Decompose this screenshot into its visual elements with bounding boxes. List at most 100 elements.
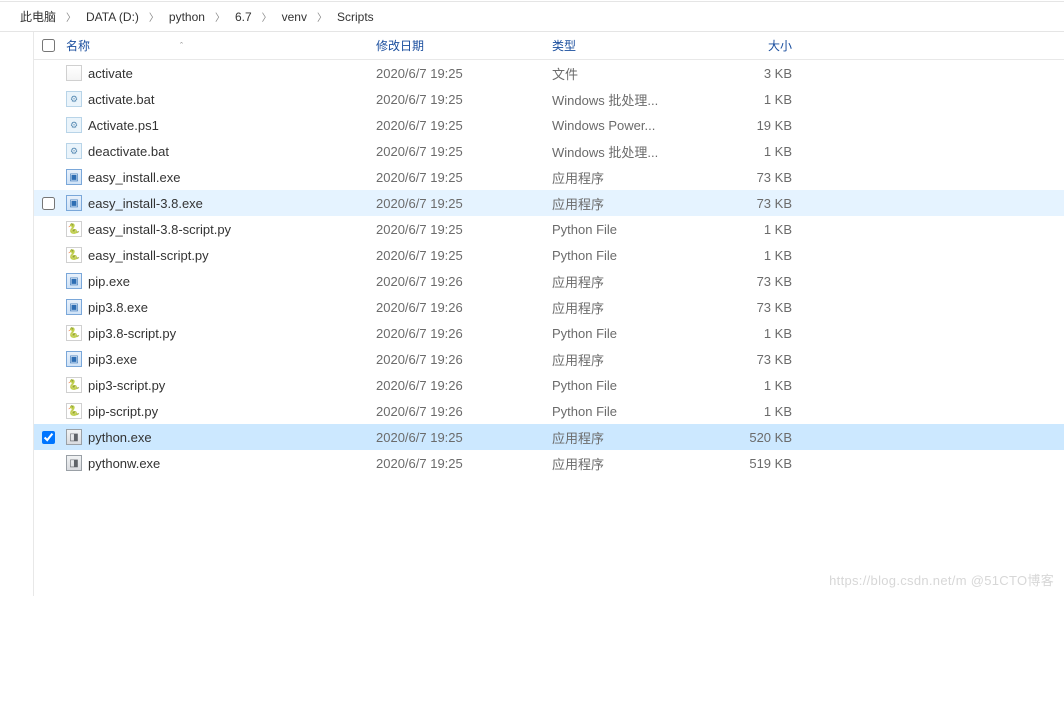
file-type: 应用程序 bbox=[552, 168, 714, 187]
file-date: 2020/6/7 19:25 bbox=[376, 248, 552, 263]
file-name-cell[interactable]: pip3.exe bbox=[62, 351, 376, 367]
file-row[interactable]: pip3.exe2020/6/7 19:26应用程序73 KB bbox=[34, 346, 1064, 372]
row-checkbox[interactable] bbox=[42, 431, 55, 444]
file-size: 73 KB bbox=[714, 300, 804, 315]
file-row[interactable]: pythonw.exe2020/6/7 19:25应用程序519 KB bbox=[34, 450, 1064, 476]
file-name-cell[interactable]: pip-script.py bbox=[62, 403, 376, 419]
file-name-cell[interactable]: easy_install.exe bbox=[62, 169, 376, 185]
file-type: Python File bbox=[552, 378, 714, 393]
file-size: 1 KB bbox=[714, 378, 804, 393]
file-date: 2020/6/7 19:25 bbox=[376, 118, 552, 133]
file-row[interactable]: pip3.8.exe2020/6/7 19:26应用程序73 KB bbox=[34, 294, 1064, 320]
file-name-cell[interactable]: easy_install-3.8-script.py bbox=[62, 221, 376, 237]
breadcrumb-item[interactable]: python bbox=[165, 10, 209, 24]
column-header-row: 名称 ˆ 修改日期 类型 大小 bbox=[34, 32, 1064, 60]
file-name: activate bbox=[88, 66, 133, 81]
file-name: pip.exe bbox=[88, 274, 130, 289]
breadcrumb-item[interactable]: 6.7 bbox=[231, 10, 256, 24]
breadcrumb-item[interactable]: DATA (D:) bbox=[82, 10, 143, 24]
select-all-checkbox[interactable] bbox=[42, 39, 55, 52]
file-type: 应用程序 bbox=[552, 298, 714, 317]
column-header-date[interactable]: 修改日期 bbox=[376, 37, 552, 54]
file-name: pip3.8-script.py bbox=[88, 326, 176, 341]
py-icon bbox=[66, 377, 82, 393]
file-list-area: 名称 ˆ 修改日期 类型 大小 activate2020/6/7 19:25文件… bbox=[34, 32, 1064, 596]
file-row[interactable]: easy_install.exe2020/6/7 19:25应用程序73 KB bbox=[34, 164, 1064, 190]
exe-icon bbox=[66, 299, 82, 315]
file-name-cell[interactable]: pip3-script.py bbox=[62, 377, 376, 393]
file-date: 2020/6/7 19:26 bbox=[376, 326, 552, 341]
select-all-checkbox-cell[interactable] bbox=[34, 39, 62, 52]
chevron-right-icon[interactable]: 〉 bbox=[60, 9, 82, 24]
breadcrumb-item[interactable]: Scripts bbox=[333, 10, 378, 24]
file-row[interactable]: Activate.ps12020/6/7 19:25Windows Power.… bbox=[34, 112, 1064, 138]
file-name: deactivate.bat bbox=[88, 144, 169, 159]
bat-icon bbox=[66, 91, 82, 107]
file-row[interactable]: activate2020/6/7 19:25文件3 KB bbox=[34, 60, 1064, 86]
file-date: 2020/6/7 19:26 bbox=[376, 274, 552, 289]
file-name: pip-script.py bbox=[88, 404, 158, 419]
row-checkbox-cell[interactable] bbox=[34, 197, 62, 210]
file-size: 1 KB bbox=[714, 404, 804, 419]
row-checkbox[interactable] bbox=[42, 197, 55, 210]
chevron-right-icon[interactable]: 〉 bbox=[311, 9, 333, 24]
file-name-cell[interactable]: activate.bat bbox=[62, 91, 376, 107]
file-name: python.exe bbox=[88, 430, 152, 445]
content-area: 〉 名称 ˆ 修改日期 类型 大小 activate2020/6/7 19:25… bbox=[0, 32, 1064, 596]
breadcrumb-item[interactable]: 此电脑 bbox=[16, 8, 60, 25]
chevron-right-icon[interactable]: 〉 bbox=[256, 9, 278, 24]
py-icon bbox=[66, 247, 82, 263]
file-name: pip3-script.py bbox=[88, 378, 165, 393]
file-row[interactable]: pip3-script.py 2020/6/7 19:26Python File1… bbox=[34, 372, 1064, 398]
file-icon bbox=[66, 65, 82, 81]
column-header-type[interactable]: 类型 bbox=[552, 37, 714, 54]
file-name-cell[interactable]: pip3.8-script.py bbox=[62, 325, 376, 341]
file-date: 2020/6/7 19:25 bbox=[376, 170, 552, 185]
file-size: 1 KB bbox=[714, 92, 804, 107]
chevron-right-icon[interactable]: 〉 bbox=[12, 0, 22, 708]
file-row[interactable]: pip.exe2020/6/7 19:26应用程序73 KB bbox=[34, 268, 1064, 294]
file-name: easy_install.exe bbox=[88, 170, 181, 185]
nav-pane-gutter[interactable]: 〉 bbox=[0, 32, 34, 596]
file-name-cell[interactable]: easy_install-3.8.exe bbox=[62, 195, 376, 211]
column-header-size[interactable]: 大小 bbox=[714, 37, 804, 54]
file-name-cell[interactable]: pip.exe bbox=[62, 273, 376, 289]
file-size: 3 KB bbox=[714, 66, 804, 81]
file-type: Python File bbox=[552, 404, 714, 419]
file-type: Windows 批处理... bbox=[552, 90, 714, 109]
file-name-cell[interactable]: pythonw.exe bbox=[62, 455, 376, 471]
column-header-name[interactable]: 名称 ˆ bbox=[62, 37, 376, 54]
file-name-cell[interactable]: Activate.ps1 bbox=[62, 117, 376, 133]
file-row[interactable]: easy_install-3.8-script.py2020/6/7 19:25… bbox=[34, 216, 1064, 242]
file-row[interactable]: deactivate.bat2020/6/7 19:25Windows 批处理.… bbox=[34, 138, 1064, 164]
file-row[interactable]: easy_install-script.py2020/6/7 19:25Pyth… bbox=[34, 242, 1064, 268]
ps1-icon bbox=[66, 117, 82, 133]
pyexe-icon bbox=[66, 429, 82, 445]
file-name-cell[interactable]: pip3.8.exe bbox=[62, 299, 376, 315]
file-name: pip3.exe bbox=[88, 352, 137, 367]
file-name-cell[interactable]: activate bbox=[62, 65, 376, 81]
file-row[interactable]: pip3.8-script.py2020/6/7 19:26Python Fil… bbox=[34, 320, 1064, 346]
file-type: Windows 批处理... bbox=[552, 142, 714, 161]
file-name-cell[interactable]: python.exe bbox=[62, 429, 376, 445]
exe-icon bbox=[66, 273, 82, 289]
row-checkbox-cell[interactable] bbox=[34, 431, 62, 444]
file-row[interactable]: activate.bat2020/6/7 19:25Windows 批处理...… bbox=[34, 86, 1064, 112]
file-name-cell[interactable]: deactivate.bat bbox=[62, 143, 376, 159]
file-size: 1 KB bbox=[714, 144, 804, 159]
py-icon bbox=[66, 325, 82, 341]
file-row[interactable]: python.exe2020/6/7 19:25应用程序520 KB bbox=[34, 424, 1064, 450]
column-label: 名称 bbox=[66, 37, 90, 54]
chevron-right-icon[interactable]: 〉 bbox=[143, 9, 165, 24]
file-date: 2020/6/7 19:25 bbox=[376, 92, 552, 107]
breadcrumb[interactable]: 此电脑 〉 DATA (D:) 〉 python 〉 6.7 〉 venv 〉 … bbox=[0, 2, 1064, 32]
breadcrumb-item[interactable]: venv bbox=[278, 10, 311, 24]
file-type: 应用程序 bbox=[552, 272, 714, 291]
file-row[interactable]: easy_install-3.8.exe2020/6/7 19:25应用程序73… bbox=[34, 190, 1064, 216]
file-size: 1 KB bbox=[714, 222, 804, 237]
file-row[interactable]: pip-script.py2020/6/7 19:26Python File1 … bbox=[34, 398, 1064, 424]
chevron-right-icon[interactable]: 〉 bbox=[209, 9, 231, 24]
file-date: 2020/6/7 19:26 bbox=[376, 378, 552, 393]
file-name-cell[interactable]: easy_install-script.py bbox=[62, 247, 376, 263]
file-size: 73 KB bbox=[714, 196, 804, 211]
